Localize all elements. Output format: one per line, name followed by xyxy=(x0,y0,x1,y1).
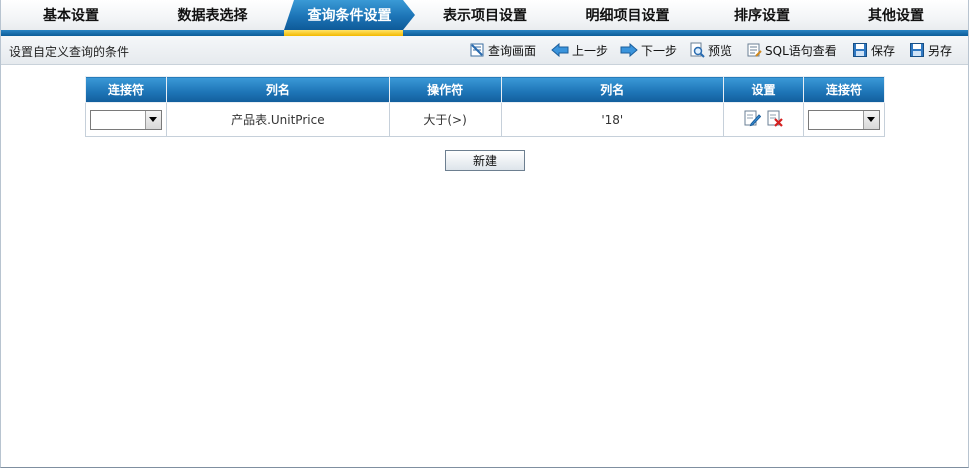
tab-other-settings[interactable]: 其他设置 xyxy=(824,0,968,30)
sql-script-icon xyxy=(747,43,762,57)
header-operator: 操作符 xyxy=(388,76,502,103)
header-settings: 设置 xyxy=(723,76,804,103)
delete-icon[interactable] xyxy=(766,109,784,130)
prev-step-label: 上一步 xyxy=(572,43,609,58)
page-hint: 设置自定义查询的条件 xyxy=(9,45,130,59)
tab-query-conditions[interactable]: 查询条件设置 xyxy=(284,0,415,30)
save-label: 保存 xyxy=(871,43,896,58)
header-connector-left: 连接符 xyxy=(85,76,167,103)
cell-connector-left xyxy=(85,102,167,137)
connector-left-value xyxy=(91,111,145,129)
header-connector-right: 连接符 xyxy=(802,76,886,103)
tab-detail-items[interactable]: 明细项目设置 xyxy=(555,0,700,30)
preview-button[interactable]: 预览 xyxy=(689,40,732,60)
save-as-button[interactable]: 另存 xyxy=(909,40,952,60)
connector-right-value xyxy=(809,111,863,129)
connector-right-select[interactable] xyxy=(807,109,880,130)
floppy-disk-save-as-icon xyxy=(910,43,924,57)
cell-column-name: 产品表.UnitPrice xyxy=(165,102,390,137)
connector-left-select[interactable] xyxy=(89,109,162,130)
query-screen-button[interactable]: 查询画面 xyxy=(469,40,536,60)
header-column-name: 列名 xyxy=(165,76,390,103)
toolbar: 设置自定义查询的条件 查询画面 上一步 下一步 预览 SQL语句查看 保存 另存 xyxy=(1,36,968,65)
save-as-label: 另存 xyxy=(928,43,953,58)
magnifier-icon xyxy=(690,42,705,58)
cell-value: '18' xyxy=(500,102,725,137)
chevron-down-icon[interactable] xyxy=(862,110,879,129)
conditions-table: 连接符 列名 操作符 列名 设置 连接符 产品表.UnitPrice 大于(>)… xyxy=(85,76,886,137)
chevron-down-icon[interactable] xyxy=(144,110,161,129)
tab-display-items[interactable]: 表示项目设置 xyxy=(415,0,555,30)
prev-step-button[interactable]: 上一步 xyxy=(551,40,608,60)
new-condition-button[interactable]: 新建 xyxy=(445,150,525,171)
query-screen-label: 查询画面 xyxy=(488,43,537,58)
tab-table-selection[interactable]: 数据表选择 xyxy=(141,0,284,30)
tab-basic-settings[interactable]: 基本设置 xyxy=(1,0,141,30)
cell-settings xyxy=(723,102,804,137)
arrow-left-icon xyxy=(551,42,569,58)
edit-icon[interactable] xyxy=(743,109,761,130)
save-button[interactable]: 保存 xyxy=(852,40,895,60)
header-value-column: 列名 xyxy=(500,76,725,103)
sql-view-label: SQL语句查看 xyxy=(765,43,837,58)
tab-sort-settings[interactable]: 排序设置 xyxy=(700,0,824,30)
table-header-row: 连接符 列名 操作符 列名 设置 连接符 xyxy=(85,76,886,103)
arrow-right-icon xyxy=(620,42,638,58)
next-step-button[interactable]: 下一步 xyxy=(620,40,677,60)
next-step-label: 下一步 xyxy=(641,43,678,58)
tab-bar: 基本设置 数据表选择 查询条件设置 表示项目设置 明细项目设置 排序设置 其他设… xyxy=(1,0,968,36)
preview-label: 预览 xyxy=(708,43,733,58)
cell-operator: 大于(>) xyxy=(388,102,502,137)
query-screen-icon xyxy=(470,43,484,57)
sql-view-button[interactable]: SQL语句查看 xyxy=(746,40,837,60)
table-row: 产品表.UnitPrice 大于(>) '18' xyxy=(85,102,886,137)
floppy-disk-icon xyxy=(853,43,867,57)
cell-connector-right xyxy=(802,102,886,137)
